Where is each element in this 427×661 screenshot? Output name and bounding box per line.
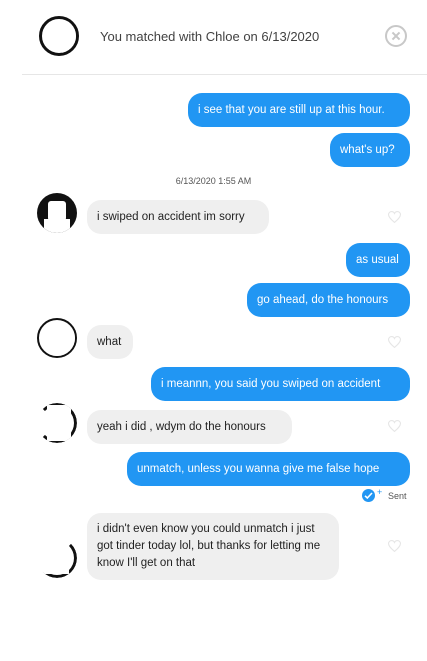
plus-icon: + <box>377 487 383 497</box>
message-sent: what's up? <box>330 133 410 167</box>
match-title: You matched with Chloe on 6/13/2020 <box>100 29 320 44</box>
message-sent: unmatch, unless you wanna give me false … <box>127 452 410 486</box>
close-icon[interactable] <box>385 25 407 47</box>
sent-label: Sent <box>388 491 407 501</box>
heart-outline-icon[interactable] <box>388 211 401 223</box>
message-received: i swiped on accident im sorry <box>87 200 269 234</box>
sender-avatar[interactable] <box>37 318 77 358</box>
message-sent: i see that you are still up at this hour… <box>188 93 410 127</box>
conversation-timestamp: 6/13/2020 1:55 AM <box>175 176 252 186</box>
heart-outline-icon[interactable] <box>388 420 401 432</box>
message-received: yeah i did , wdym do the honours <box>87 410 292 444</box>
heart-outline-icon[interactable] <box>388 336 401 348</box>
match-avatar[interactable] <box>39 16 79 56</box>
message-sent: go ahead, do the honours <box>247 283 410 317</box>
message-sent: i meannn, you said you swiped on acciden… <box>151 367 410 401</box>
sender-avatar[interactable] <box>37 538 77 578</box>
message-received: what <box>87 325 133 359</box>
message-sent: as usual <box>346 243 410 277</box>
double-check-icon <box>362 489 375 502</box>
heart-outline-icon[interactable] <box>388 540 401 552</box>
match-header: You matched with Chloe on 6/13/2020 <box>22 0 427 75</box>
message-received: i didn't even know you could unmatch i j… <box>87 513 339 580</box>
sender-avatar[interactable] <box>37 193 77 233</box>
sender-avatar[interactable] <box>37 403 77 443</box>
